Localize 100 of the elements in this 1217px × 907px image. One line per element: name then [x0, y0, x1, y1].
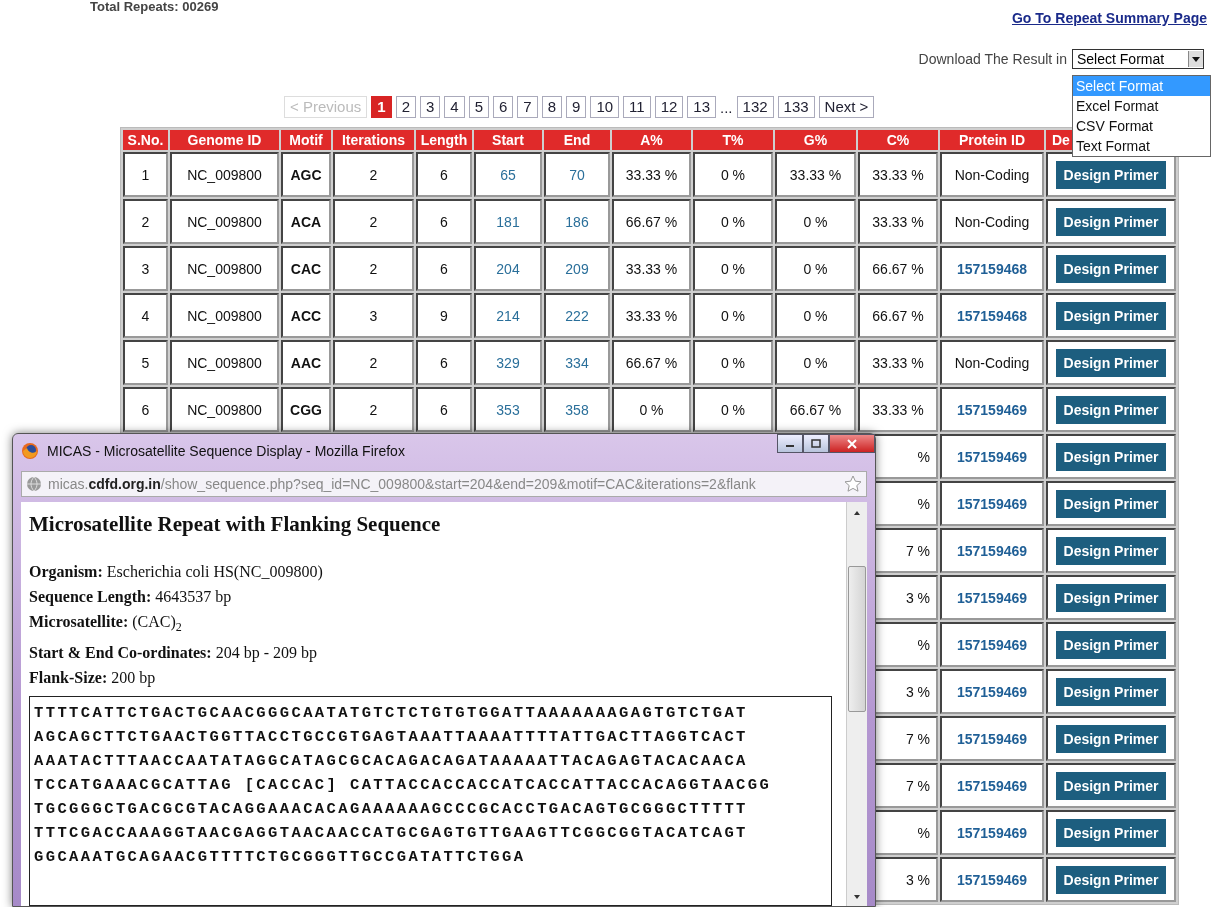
design-primer-button[interactable]: Design Primer: [1055, 677, 1167, 706]
column-header: A%: [612, 130, 691, 150]
maximize-button[interactable]: [803, 434, 829, 453]
address-bar[interactable]: micas.cdfd.org.in/show_sequence.php?seq_id=NC_009800&start=204&end=209&motif=CAC&iterations=2&flank: [21, 471, 867, 497]
iterations-value: 2: [369, 401, 378, 418]
design-primer-button[interactable]: Design Primer: [1055, 160, 1167, 189]
design-primer-button[interactable]: Design Primer: [1055, 301, 1167, 330]
genome-id: NC_009800: [187, 260, 262, 277]
page-link[interactable]: 133: [777, 96, 815, 118]
scrollbar-thumb[interactable]: [848, 566, 866, 712]
info-line: Start & End Co-ordinates: 204 bp - 209 bp: [29, 643, 318, 664]
start-link[interactable]: 65: [500, 166, 516, 183]
design-primer-button[interactable]: Design Primer: [1055, 489, 1167, 518]
design-primer-button[interactable]: Design Primer: [1055, 442, 1167, 471]
summary-link[interactable]: Go To Repeat Summary Page: [1012, 10, 1207, 26]
page-link[interactable]: 13: [687, 96, 717, 118]
globe-icon: [26, 476, 42, 492]
page-link[interactable]: 5: [468, 96, 489, 118]
page-link[interactable]: 7: [517, 96, 538, 118]
page-link[interactable]: 3: [420, 96, 441, 118]
design-primer-button[interactable]: Design Primer: [1055, 630, 1167, 659]
c-percent: 7 %: [905, 777, 930, 794]
design-primer-button[interactable]: Design Primer: [1055, 395, 1167, 424]
page-link[interactable]: 4: [444, 96, 465, 118]
start-link[interactable]: 204: [496, 260, 520, 277]
t-percent: 0 %: [720, 401, 746, 418]
format-option[interactable]: Excel Format: [1073, 96, 1210, 116]
c-percent: %: [917, 495, 930, 512]
start-link[interactable]: 329: [496, 354, 520, 371]
iterations-value: 2: [369, 213, 378, 230]
end-link[interactable]: 334: [565, 354, 589, 371]
end-link[interactable]: 209: [565, 260, 589, 277]
design-primer-button[interactable]: Design Primer: [1055, 254, 1167, 283]
column-header: G%: [775, 130, 856, 150]
length-value: 9: [440, 307, 448, 324]
t-percent: 0 %: [720, 354, 746, 371]
download-label: Download The Result in: [918, 51, 1067, 67]
serial-number: 2: [141, 213, 150, 230]
genome-id: NC_009800: [187, 307, 262, 324]
page-link[interactable]: 9: [566, 96, 587, 118]
popup-heading: Microsatellite Repeat with Flanking Sequence: [29, 512, 442, 537]
t-percent: 0 %: [720, 260, 746, 277]
c-percent: 3 %: [905, 871, 930, 888]
start-link[interactable]: 181: [496, 213, 520, 230]
iterations-value: 2: [369, 260, 378, 277]
g-percent: 0 %: [803, 354, 828, 371]
format-select[interactable]: Select Format: [1072, 49, 1204, 69]
minimize-button[interactable]: [777, 434, 803, 453]
start-link[interactable]: 353: [496, 401, 520, 418]
c-percent: 33.33 %: [872, 354, 924, 371]
close-button[interactable]: [829, 434, 875, 453]
a-percent: 33.33 %: [625, 166, 678, 183]
page-link[interactable]: 2: [395, 96, 416, 118]
design-primer-button[interactable]: Design Primer: [1055, 207, 1167, 236]
motif-text: AAC: [290, 354, 322, 371]
design-primer-button[interactable]: Design Primer: [1055, 536, 1167, 565]
design-primer-button[interactable]: Design Primer: [1055, 583, 1167, 612]
iterations-value: 3: [369, 307, 378, 324]
end-link[interactable]: 70: [569, 166, 585, 183]
page-link[interactable]: 132: [736, 96, 774, 118]
length-value: 6: [440, 354, 448, 371]
scrollbar[interactable]: [846, 502, 867, 906]
firefox-logo-icon: [21, 442, 39, 460]
g-percent: 0 %: [803, 213, 828, 230]
length-value: 6: [440, 213, 448, 230]
page-link[interactable]: 6: [493, 96, 514, 118]
star-icon[interactable]: [844, 475, 862, 493]
c-percent: 33.33 %: [872, 213, 924, 230]
page-link[interactable]: 8: [541, 96, 563, 118]
design-primer-button[interactable]: Design Primer: [1055, 724, 1167, 753]
length-value: 6: [440, 166, 448, 183]
column-header: Start: [474, 130, 542, 150]
end-link[interactable]: 222: [565, 307, 589, 324]
column-header: End: [544, 130, 610, 150]
c-percent: %: [917, 824, 930, 841]
window-title: MICAS - Microsatellite Sequence Display - Mozilla Firefox: [47, 443, 406, 459]
column-header: Length: [416, 130, 472, 150]
end-link[interactable]: 186: [565, 213, 589, 230]
c-percent: 3 %: [905, 683, 930, 700]
column-header: Protein ID: [940, 130, 1044, 150]
maximize-icon: [811, 439, 821, 448]
g-percent: 66.67 %: [789, 401, 842, 418]
page-link[interactable]: 11: [623, 96, 651, 118]
next-link[interactable]: Next >: [818, 96, 875, 118]
design-primer-button[interactable]: Design Primer: [1055, 865, 1167, 894]
serial-number: 5: [141, 354, 150, 371]
design-primer-button[interactable]: Design Primer: [1055, 771, 1167, 800]
design-primer-button[interactable]: Design Primer: [1055, 348, 1167, 377]
page-link[interactable]: 12: [654, 96, 684, 118]
design-primer-button[interactable]: Design Primer: [1055, 818, 1167, 847]
end-link[interactable]: 358: [565, 401, 589, 418]
a-percent: 33.33 %: [625, 307, 678, 324]
motif-text: AGC: [290, 166, 322, 183]
start-link[interactable]: 214: [496, 307, 520, 324]
page-link[interactable]: 10: [590, 96, 620, 118]
info-line: Sequence Length: 4643537 bp: [29, 587, 233, 608]
page-link[interactable]: 1: [371, 96, 392, 118]
a-percent: 33.33 %: [625, 260, 678, 277]
column-header: S.No.: [123, 130, 168, 150]
g-percent: 0 %: [803, 260, 828, 277]
